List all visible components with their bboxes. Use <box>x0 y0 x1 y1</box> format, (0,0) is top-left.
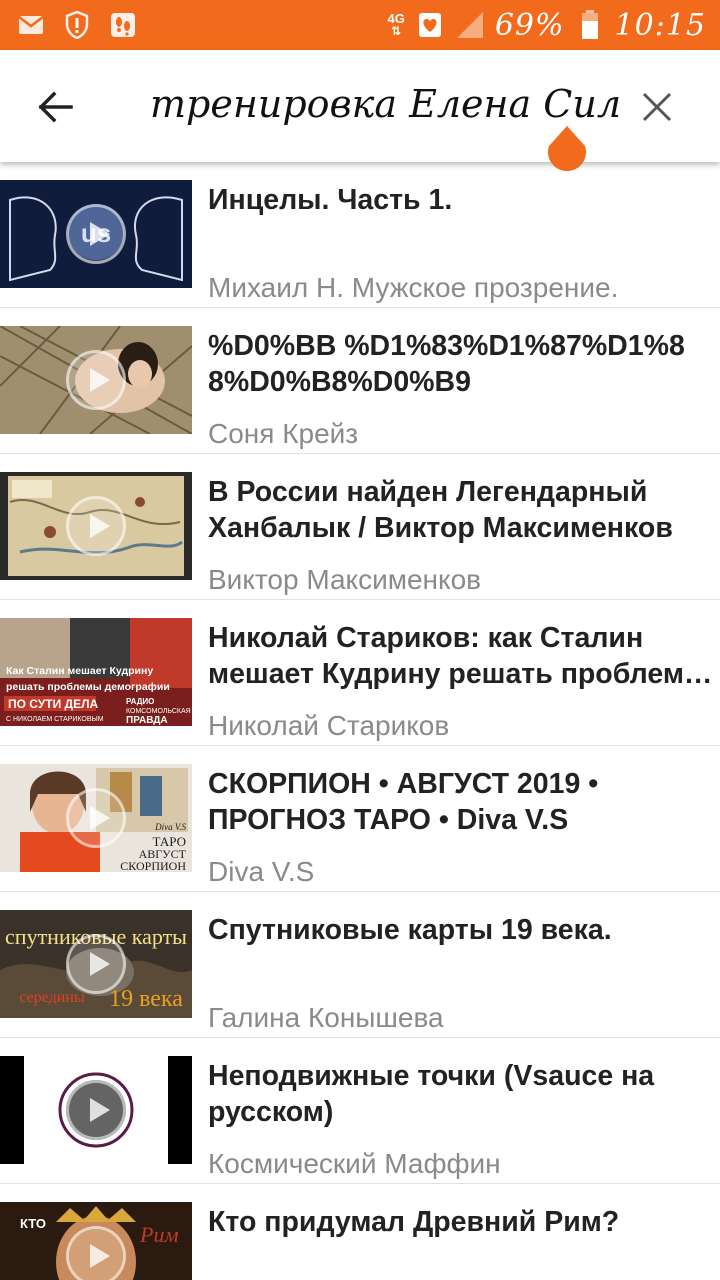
thumbnail-caption: решать проблемы демографии <box>6 681 170 693</box>
video-title: Николай Стариков: как Сталин мешает Кудр… <box>208 622 709 690</box>
list-item[interactable]: спутниковые карты середины 19 века Спутн… <box>0 892 720 1038</box>
thumbnail-brand: Diva V.S <box>154 822 186 832</box>
channel-name: Галина Конышева <box>208 1002 444 1033</box>
video-title: Неподвижные точки (Vsauce на русском) <box>208 1060 655 1128</box>
clear-search-button[interactable] <box>632 82 682 132</box>
close-icon <box>642 92 672 122</box>
channel-name: Diva V.S <box>208 856 315 887</box>
video-title: В России найден Легендарный Ханбалык / В… <box>208 476 673 544</box>
thumbnail-caption: Как Сталин мешает Кудрину <box>6 665 153 677</box>
play-icon <box>66 934 126 994</box>
channel-name: Михаил Н. Мужское прозрение. <box>208 272 619 303</box>
text-cursor-handle[interactable] <box>547 126 587 174</box>
status-bar: 4G ⇅ 69% 10:15 <box>0 0 720 50</box>
search-header: тренировка Елена Силка <box>0 50 720 162</box>
list-item[interactable]: ТАРО АВГУСТ СКОРПИОН Diva V.S СКОРПИОН •… <box>0 746 720 892</box>
thumbnail-caption: 19 века <box>109 986 183 1012</box>
mail-icon <box>16 10 46 40</box>
thumbnail-caption: середины <box>19 989 85 1006</box>
video-thumbnail[interactable] <box>0 472 192 580</box>
channel-name: Соня Крейз <box>208 418 359 449</box>
thumbnail-caption: КТО <box>20 1216 46 1231</box>
play-icon <box>66 1226 126 1280</box>
list-item[interactable]: Неподвижные точки (Vsauce на русском) Ко… <box>0 1038 720 1184</box>
thumbnail-logo: ПРАВДА <box>126 715 168 726</box>
thumbnail-caption: С НИКОЛАЕМ СТАРИКОВЫМ <box>6 716 104 723</box>
play-icon <box>66 204 126 264</box>
video-thumbnail[interactable]: КТО Рим <box>0 1202 192 1280</box>
thumbnail-logo: РАДИО <box>126 697 154 706</box>
video-thumbnail[interactable]: us <box>0 180 192 288</box>
list-item[interactable]: %D0%BB %D1%83%D1%87%D1%88%D0%B8%D0%B9 Со… <box>0 308 720 454</box>
network-type: 4G ⇅ <box>387 11 405 38</box>
heart-icon <box>415 10 445 40</box>
signal-icon <box>455 10 485 40</box>
video-thumbnail[interactable]: ТАРО АВГУСТ СКОРПИОН Diva V.S <box>0 764 192 872</box>
list-item[interactable]: Как Сталин мешает Кудрину решать проблем… <box>0 600 720 746</box>
clock: 10:15 <box>614 7 706 43</box>
video-title: Инцелы. Часть 1. <box>208 184 453 216</box>
video-title: Спутниковые карты 19 века. <box>208 914 612 946</box>
play-icon <box>66 350 126 410</box>
thumbnail-banner: ПО СУТИ ДЕЛА <box>8 697 99 711</box>
channel-name: Космический Маффин <box>208 1148 501 1179</box>
footprints-icon <box>108 10 138 40</box>
list-item[interactable]: us Инцелы. Часть 1. Михаил Н. Мужское пр… <box>0 162 720 308</box>
list-item[interactable]: КТО Рим Кто придумал Древний Рим? <box>0 1184 720 1280</box>
play-icon <box>66 1080 126 1140</box>
video-title: %D0%BB %D1%83%D1%87%D1%88%D0%B8%D0%B9 <box>208 330 685 398</box>
video-thumbnail[interactable] <box>0 326 192 434</box>
channel-name: Николай Стариков <box>208 710 450 741</box>
play-icon <box>66 788 126 848</box>
list-item[interactable]: В России найден Легендарный Ханбалык / В… <box>0 454 720 600</box>
thumbnail-caption: Рим <box>139 1222 178 1247</box>
play-icon <box>66 496 126 556</box>
battery-icon <box>575 10 605 40</box>
channel-name: Виктор Максименков <box>208 564 482 595</box>
video-thumbnail[interactable]: Как Сталин мешает Кудрину решать проблем… <box>0 618 192 726</box>
shield-alert-icon <box>62 10 92 40</box>
arrow-left-icon <box>38 91 73 123</box>
video-title: Кто придумал Древний Рим? <box>208 1206 620 1238</box>
thumbnail-caption: СКОРПИОН <box>120 859 186 872</box>
video-title: СКОРПИОН • АВГУСТ 2019 • ПРОГНОЗ ТАРО • … <box>208 768 599 836</box>
video-thumbnail[interactable] <box>0 1056 192 1164</box>
search-input[interactable]: тренировка Елена Силка <box>150 76 620 132</box>
back-button[interactable] <box>30 82 80 132</box>
thumbnail-logo: КОМСОМОЛЬСКАЯ <box>126 708 191 715</box>
video-thumbnail[interactable]: спутниковые карты середины 19 века <box>0 910 192 1018</box>
battery-percent: 69% <box>494 7 565 43</box>
